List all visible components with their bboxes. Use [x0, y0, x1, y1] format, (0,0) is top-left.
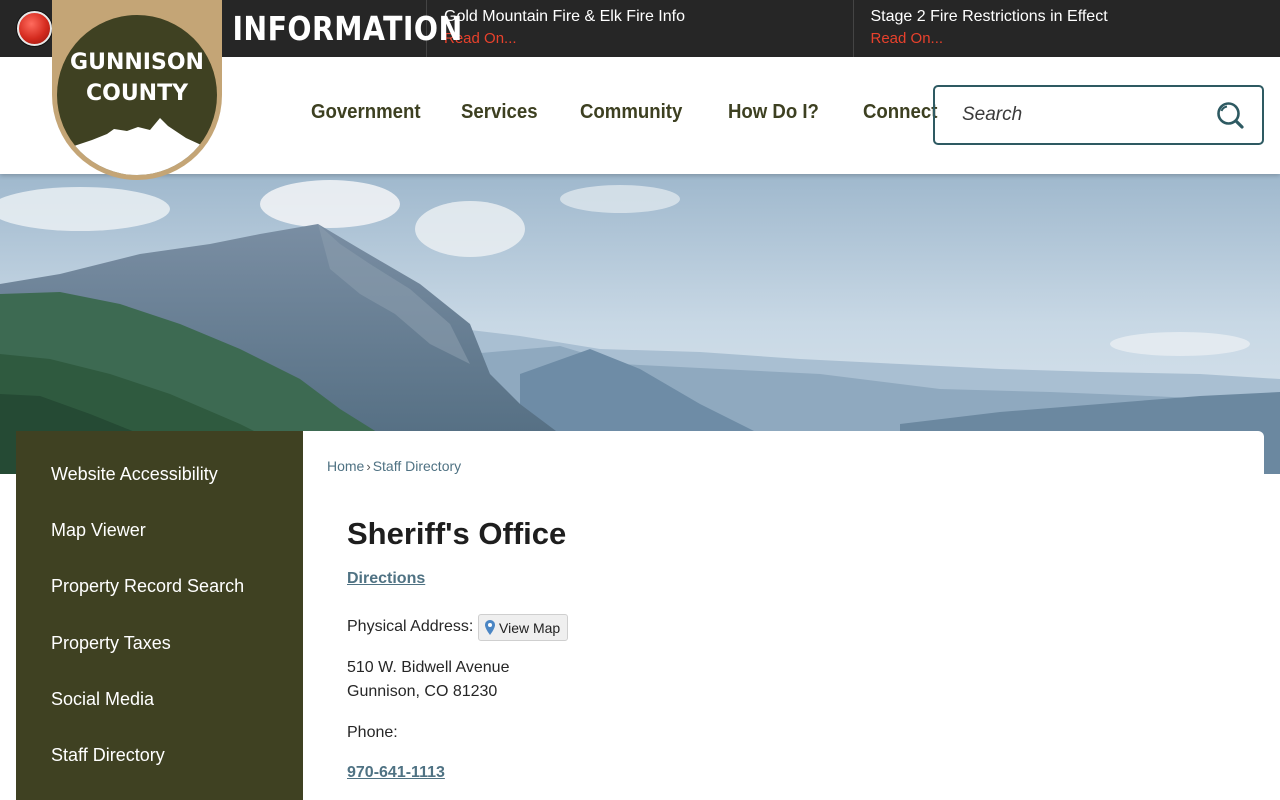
nav-item-connect[interactable]: Connect [863, 101, 937, 124]
phone-link[interactable]: 970-641-1113 [347, 764, 445, 782]
breadcrumb-separator: › [366, 459, 371, 474]
nav-item-services[interactable]: Services [461, 101, 538, 124]
search-input[interactable] [962, 104, 1202, 126]
alert-read-on-link[interactable]: Read On... [444, 29, 853, 49]
sidenav-item-property-record-search[interactable]: Property Record Search [16, 573, 303, 629]
map-pin-icon [485, 620, 495, 635]
sidenav-item-map-viewer[interactable]: Map Viewer [16, 517, 303, 573]
nav-item-community[interactable]: Community [580, 101, 682, 124]
nav-item-how-do-i[interactable]: How Do I? [728, 101, 819, 124]
sidenav-item-website-accessibility[interactable]: Website Accessibility [16, 461, 303, 517]
county-logo[interactable]: GUNNISON COUNTY [52, 0, 222, 180]
address-line-1: 510 W. Bidwell Avenue [347, 659, 510, 676]
page-title: Sheriff's Office [347, 516, 567, 551]
alert-item-gold-mountain[interactable]: Gold Mountain Fire & Elk Fire Info Read … [427, 0, 854, 57]
main-content: Home › Staff Directory Sheriff's Office Di… [303, 431, 1264, 800]
phone-label: Phone: [347, 724, 398, 741]
breadcrumb-staff-directory-link[interactable]: Staff Directory [373, 458, 461, 474]
address-line-2: Gunnison, CO 81230 [347, 683, 498, 700]
alert-item-fire-restrictions[interactable]: Stage 2 Fire Restrictions in Effect Read… [854, 0, 1280, 57]
search-box [933, 85, 1264, 145]
breadcrumb-home-link[interactable]: Home [327, 458, 364, 474]
alert-read-on-link[interactable]: Read On... [871, 29, 1280, 49]
alert-light-icon [17, 11, 52, 46]
alert-item-title: Stage 2 Fire Restrictions in Effect [870, 8, 1108, 25]
nav-item-government[interactable]: Government [311, 101, 421, 124]
view-map-button[interactable]: View Map [478, 614, 569, 641]
mountain-landscape-image [0, 174, 1280, 474]
side-nav: Website Accessibility Map Viewer Propert… [16, 431, 303, 800]
sidenav-item-social-media[interactable]: Social Media [16, 686, 303, 742]
search-icon[interactable] [1216, 101, 1244, 129]
view-map-label: View Map [499, 619, 561, 636]
county-seal-icon: GUNNISON COUNTY [52, 0, 222, 180]
sidenav-item-property-taxes[interactable]: Property Taxes [16, 630, 303, 686]
directions-link[interactable]: Directions [347, 570, 425, 588]
logo-text-line2: COUNTY [86, 81, 189, 106]
logo-text-line1: GUNNISON [70, 50, 204, 75]
main-nav: Government Services Community How Do I? … [311, 101, 943, 124]
sidenav-item-staff-directory[interactable]: Staff Directory [16, 742, 303, 798]
physical-address-label: Physical Address: [347, 618, 474, 635]
hero-banner [0, 174, 1280, 474]
alert-item-title: Gold Mountain Fire & Elk Fire Info [444, 8, 685, 25]
breadcrumb: Home › Staff Directory [327, 458, 461, 474]
